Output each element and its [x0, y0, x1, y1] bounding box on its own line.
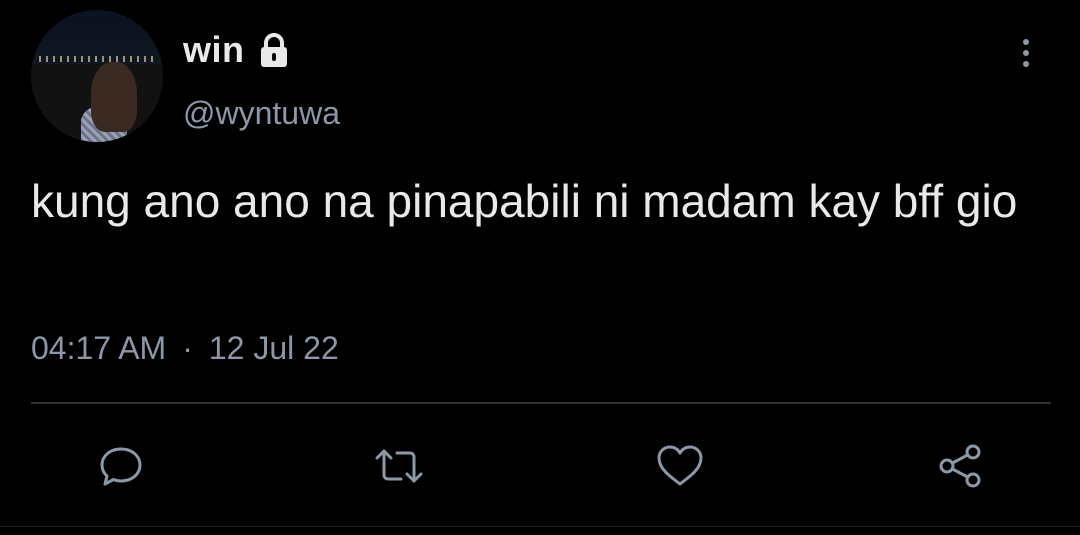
reply-icon	[100, 447, 142, 486]
tweet-time: 04:17 AM	[31, 330, 167, 366]
avatar-hair	[91, 62, 137, 132]
more-vertical-icon[interactable]	[1016, 36, 1036, 72]
tweet-timestamp[interactable]: 04:17 AM · 12 Jul 22	[31, 330, 339, 367]
like-button[interactable]	[652, 438, 708, 494]
tweet-date: 12 Jul 22	[208, 330, 339, 366]
action-bar	[0, 432, 1080, 492]
share-icon	[939, 444, 981, 488]
retweet-button[interactable]	[371, 438, 427, 494]
timestamp-separator: ·	[182, 330, 193, 366]
author-name-row: win	[183, 28, 293, 72]
retweet-icon	[375, 449, 423, 483]
divider	[31, 402, 1051, 404]
tweet-text: kung ano ano na pinapabili ni madam kay …	[31, 175, 1018, 227]
avatar[interactable]	[31, 10, 163, 142]
author-handle[interactable]: @wyntuwa	[183, 95, 340, 132]
tweet: win @wyntuwa kung ano ano na pinapabili …	[0, 0, 1080, 535]
bottom-divider	[0, 526, 1080, 527]
reply-button[interactable]	[93, 438, 149, 494]
avatar-city-lights	[39, 56, 155, 62]
heart-icon	[657, 445, 703, 486]
lock-icon	[255, 31, 293, 69]
display-name[interactable]: win	[183, 29, 245, 71]
share-button[interactable]	[933, 438, 989, 494]
